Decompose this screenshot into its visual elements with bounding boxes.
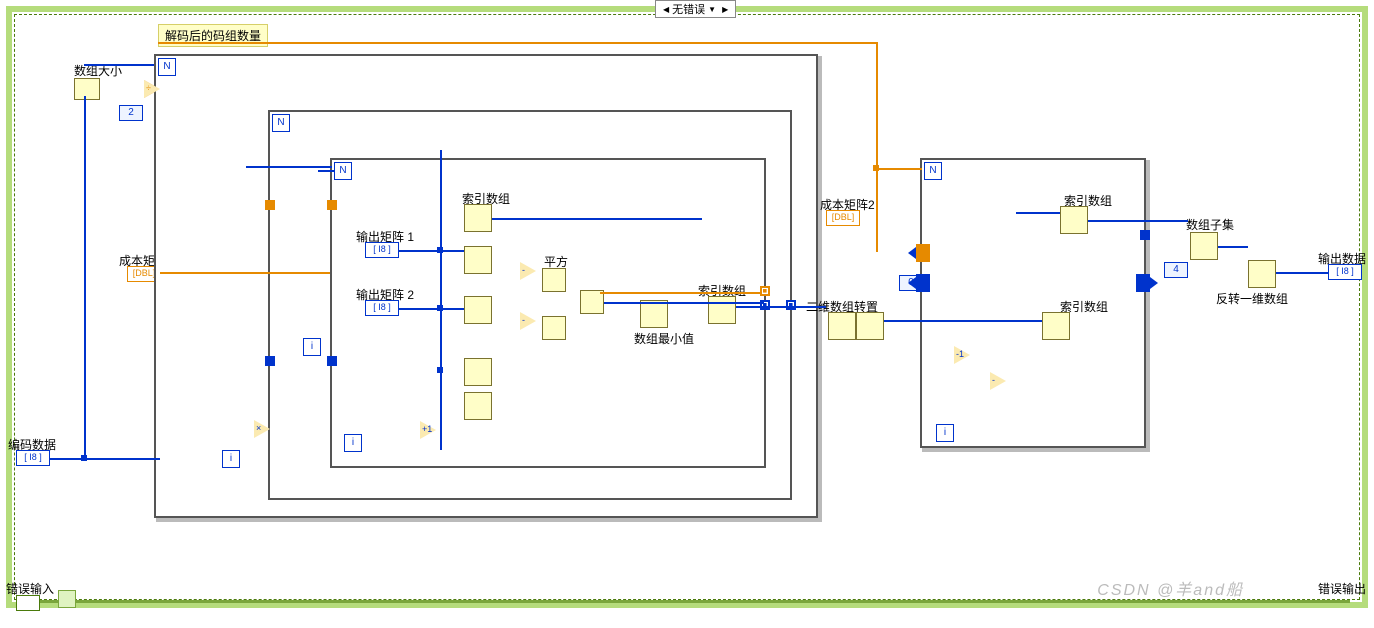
ctrl-encoded-data[interactable]: [ I8 ]	[16, 450, 50, 466]
op-add1[interactable]: +1	[420, 421, 436, 439]
w-h	[736, 306, 826, 308]
wire-dc-down	[876, 42, 878, 252]
tun-auto-2	[786, 300, 796, 310]
label-array-min: 数组最小值	[634, 330, 694, 347]
tun-blue-2	[327, 356, 337, 366]
tun-or-2	[327, 200, 337, 210]
middle-i: i	[303, 338, 321, 356]
tun-or-1	[265, 200, 275, 210]
ctrl-error-in[interactable]	[16, 595, 40, 611]
tun-right-out	[1140, 230, 1150, 240]
op-sub-a[interactable]: -	[520, 262, 536, 280]
w-g	[604, 302, 764, 304]
wire-left-trunk	[84, 96, 86, 458]
shift-right-1	[1136, 274, 1150, 292]
case-drop[interactable]: ▼	[705, 5, 719, 14]
node-sq-1[interactable]	[542, 268, 566, 292]
node-idx-1b[interactable]	[464, 246, 492, 274]
op-dec[interactable]: -1	[954, 346, 970, 364]
wire-enc	[50, 458, 160, 460]
ind-output-data[interactable]: [ I8 ]	[1328, 264, 1362, 280]
tun-blue-1	[265, 356, 275, 366]
label-error-out: 错误输出	[1318, 580, 1366, 597]
node-idx-1[interactable]	[464, 204, 492, 232]
ctrl-out-matrix-2[interactable]: [ I8 ]	[365, 300, 399, 316]
op-div[interactable]: ÷	[144, 80, 160, 98]
case-label: 无错误	[672, 1, 705, 17]
node-reverse[interactable]	[1248, 260, 1276, 288]
w-or-a	[160, 272, 330, 274]
node-sq-2[interactable]	[542, 316, 566, 340]
const-2a: 2	[119, 105, 143, 121]
wire-err	[40, 600, 1350, 603]
node-transpose-2[interactable]	[856, 312, 884, 340]
op-mul[interactable]: ×	[254, 420, 270, 438]
node-array-size[interactable]	[74, 78, 100, 100]
node-min[interactable]	[640, 300, 668, 328]
for-loop-right	[920, 158, 1146, 448]
case-prev[interactable]: ◀	[660, 5, 672, 14]
err-tunnel	[58, 590, 76, 608]
node-idx-r[interactable]	[708, 296, 736, 324]
w-j	[1016, 212, 1060, 214]
dot-b	[437, 305, 443, 311]
dot-a	[437, 247, 443, 253]
const-4: 4	[1164, 262, 1188, 278]
outer-N: N	[158, 58, 176, 76]
w-k	[1088, 220, 1188, 222]
case-next[interactable]: ▶	[719, 5, 731, 14]
case-selector[interactable]: ◀ 无错误 ▼ ▶	[655, 0, 736, 18]
dot-or-1	[873, 165, 879, 171]
tun-auto-or	[760, 286, 770, 296]
w-f	[492, 218, 702, 220]
op-sub-r[interactable]: -	[990, 372, 1006, 390]
w-l	[1218, 246, 1248, 248]
inner-N: N	[334, 162, 352, 180]
node-transpose-1[interactable]	[828, 312, 856, 340]
w-a	[246, 166, 332, 168]
dot-c	[437, 367, 443, 373]
shift-left-1	[916, 274, 930, 292]
node-idx-1e[interactable]	[464, 392, 492, 420]
w-d	[398, 250, 464, 252]
middle-N: N	[272, 114, 290, 132]
ctrl-cost-matrix-2[interactable]: [DBL]	[826, 210, 860, 226]
right-i: i	[936, 424, 954, 442]
w-i	[884, 320, 1042, 322]
label-reverse-1d: 反转一维数组	[1216, 290, 1288, 307]
wire-dc-top	[158, 42, 878, 44]
w-or-b	[600, 292, 760, 294]
node-idx-1d[interactable]	[464, 358, 492, 386]
dot-l1	[81, 455, 87, 461]
inner-i: i	[344, 434, 362, 452]
outer-i: i	[222, 450, 240, 468]
shift-left-or	[916, 244, 930, 262]
watermark: CSDN @羊and船	[1097, 576, 1244, 600]
w-e	[398, 308, 464, 310]
node-idx-1c[interactable]	[464, 296, 492, 324]
right-N: N	[924, 162, 942, 180]
wire-to-N	[84, 64, 154, 66]
label-array-subset: 数组子集	[1186, 216, 1234, 233]
w-b	[318, 170, 334, 172]
op-sub-b[interactable]: -	[520, 312, 536, 330]
node-idx-right-1[interactable]	[1060, 206, 1088, 234]
w-c	[440, 150, 442, 450]
node-subset[interactable]	[1190, 232, 1218, 260]
node-idx-right-2[interactable]	[1042, 312, 1070, 340]
wire-dc-right	[876, 168, 922, 170]
wire-out	[1276, 272, 1328, 274]
ctrl-out-matrix-1[interactable]: [ I8 ]	[365, 242, 399, 258]
